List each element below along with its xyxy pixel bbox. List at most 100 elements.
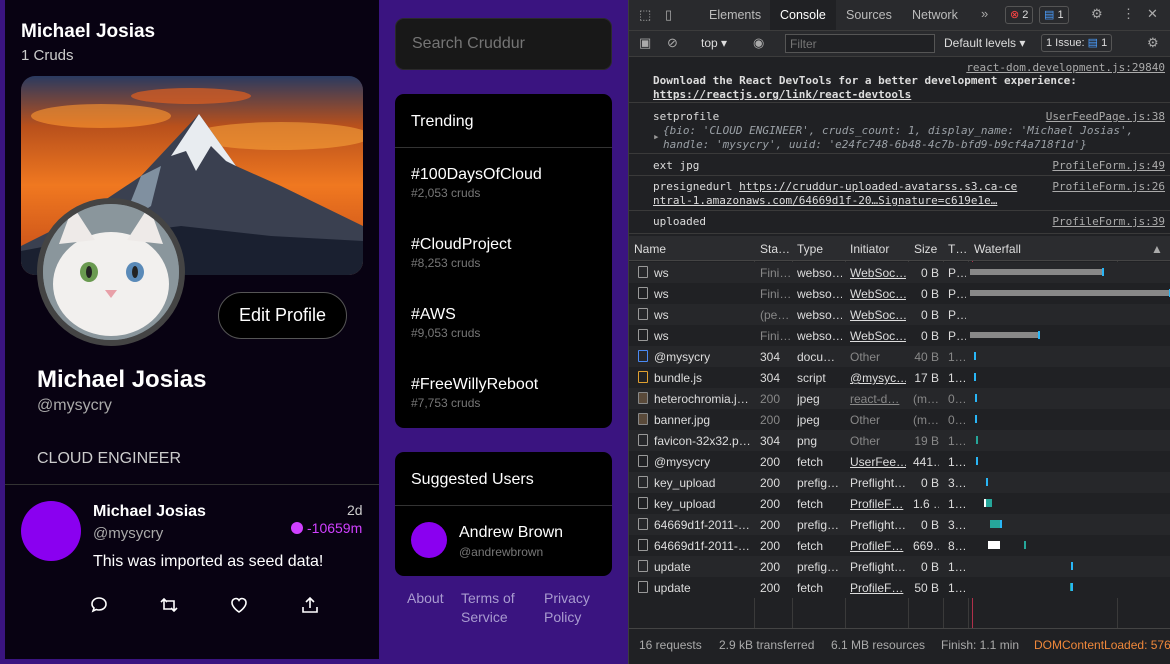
reply-icon[interactable] <box>89 595 109 615</box>
col-type[interactable]: Type <box>797 242 823 256</box>
trend-tag[interactable]: #FreeWillyReboot <box>411 376 601 394</box>
eye-icon[interactable]: ◉ <box>753 35 764 51</box>
col-waterfall[interactable]: Waterfall <box>974 242 1021 256</box>
table-row[interactable]: ws Fini… webso… WebSoc… 0 B P… <box>629 283 1170 304</box>
suggested-user-handle[interactable]: @andrewbrown <box>459 545 543 559</box>
table-row[interactable]: key_upload 200 prefig… Preflight… 0 B 3… <box>629 472 1170 493</box>
search-input[interactable] <box>395 18 612 70</box>
sidebar-toggle-icon[interactable]: ▣ <box>639 35 651 51</box>
errors-badge[interactable]: ⊗ 2 <box>1005 6 1034 24</box>
heart-icon[interactable] <box>229 595 249 615</box>
context-value: top <box>701 36 718 50</box>
expand-arrow-icon[interactable]: ▸ <box>653 130 660 143</box>
initiator-cell[interactable]: WebSoc… <box>850 308 906 322</box>
initiator-cell[interactable]: UserFee… <box>850 455 906 469</box>
devtools-tabbar: ⬚ ▯ Elements Console Sources Network » ⊗… <box>629 0 1170 31</box>
table-row[interactable]: ws Fini… webso… WebSoc… 0 B P… <box>629 262 1170 283</box>
console-source-link[interactable]: ProfileForm.js:26 <box>1052 180 1165 193</box>
trend-tag[interactable]: #100DaysOfCloud <box>411 166 601 184</box>
devtools-link[interactable]: https://reactjs.org/link/react-devtools <box>653 88 911 101</box>
console-source-link[interactable]: ProfileForm.js:39 <box>1052 215 1165 228</box>
table-row[interactable]: 64669d1f-2011-… 200 fetch ProfileF… 669… 8… <box>629 535 1170 556</box>
clear-console-icon[interactable]: ⊘ <box>667 35 678 51</box>
table-row[interactable]: update 200 prefig… Preflight… 0 B 1… <box>629 556 1170 577</box>
waterfall-bar <box>1024 541 1026 549</box>
edit-profile-button[interactable]: Edit Profile <box>218 292 347 339</box>
initiator-cell[interactable]: ProfileF… <box>850 581 906 595</box>
table-row[interactable]: heterochromia.j… 200 jpeg react-d… (m… 0… <box>629 388 1170 409</box>
gear-icon[interactable]: ⚙ <box>1091 6 1103 22</box>
initiator-cell[interactable]: ProfileF… <box>850 539 906 553</box>
table-row[interactable]: ws (pe… webso… WebSoc… 0 B P… <box>629 304 1170 325</box>
trend-tag[interactable]: #AWS <box>411 306 601 324</box>
col-status[interactable]: Sta… <box>760 242 790 256</box>
kebab-menu-icon[interactable]: ⋮ <box>1122 6 1135 22</box>
console-filter-input[interactable] <box>785 34 935 53</box>
initiator-cell[interactable]: @mysyc… <box>850 371 906 385</box>
log-levels-select[interactable]: Default levels ▾ <box>944 36 1025 50</box>
initiator-cell[interactable]: WebSoc… <box>850 266 906 280</box>
more-tabs-icon[interactable]: » <box>981 6 988 21</box>
crud-handle[interactable]: @mysycry <box>93 525 163 542</box>
console-source-link[interactable]: ProfileForm.js:49 <box>1052 159 1165 172</box>
col-name[interactable]: Name <box>634 242 666 256</box>
size-cell: 0 B <box>920 560 939 574</box>
initiator-cell[interactable]: WebSoc… <box>850 287 906 301</box>
repost-icon[interactable] <box>159 595 179 615</box>
tab-sources[interactable]: Sources <box>836 0 902 30</box>
col-time[interactable]: T… <box>948 242 967 256</box>
trending-item[interactable]: #CloudProject #8,253 cruds <box>411 236 601 270</box>
message-icon: ▤ <box>1087 37 1098 49</box>
tab-network[interactable]: Network <box>902 0 968 30</box>
status-cell: 200 <box>760 518 781 532</box>
trend-count: #8,253 cruds <box>411 256 481 270</box>
context-select[interactable]: top ▾ <box>701 36 727 50</box>
trending-item[interactable]: #AWS #9,053 cruds <box>411 306 601 340</box>
messages-badge[interactable]: ▤ 1 <box>1039 6 1069 24</box>
table-row[interactable]: @mysycry 304 docu… Other 40 B 1… <box>629 346 1170 367</box>
device-toolbar-icon[interactable]: ▯ <box>665 7 672 23</box>
footer-about-link[interactable]: About <box>407 589 457 608</box>
table-row[interactable]: update 200 fetch ProfileF… 50 B 1… <box>629 577 1170 598</box>
initiator-cell[interactable]: react-d… <box>850 392 906 406</box>
table-row[interactable]: banner.jpg 200 jpeg Other (m… 0… <box>629 409 1170 430</box>
col-initiator[interactable]: Initiator <box>850 242 889 256</box>
tab-console[interactable]: Console <box>770 0 836 30</box>
inspect-icon[interactable]: ⬚ <box>639 7 651 23</box>
trend-tag[interactable]: #CloudProject <box>411 236 601 254</box>
table-row[interactable]: 64669d1f-2011-… 200 prefig… Preflight… 0 B 3… <box>629 514 1170 535</box>
trending-item[interactable]: #100DaysOfCloud #2,053 cruds <box>411 166 601 200</box>
console-text-body: presignedurl <box>653 180 740 193</box>
close-icon[interactable]: ✕ <box>1147 6 1158 22</box>
console-settings-icon[interactable]: ⚙ <box>1147 35 1159 51</box>
status-cell: 200 <box>760 560 781 574</box>
footer-terms-link[interactable]: Terms of Service <box>461 589 531 627</box>
table-row[interactable]: @mysycry 200 fetch UserFee… 441… 1… <box>629 451 1170 472</box>
col-size[interactable]: Size <box>914 242 937 256</box>
type-cell: prefig… <box>797 476 840 490</box>
table-row[interactable]: bundle.js 304 script @mysyc… 17 B 1… <box>629 367 1170 388</box>
avatar[interactable] <box>21 501 81 561</box>
share-icon[interactable] <box>300 595 320 615</box>
console-source-link[interactable]: UserFeedPage.js:38 <box>1046 110 1165 123</box>
table-row[interactable]: key_upload 200 fetch ProfileF… 1.6 … 1… <box>629 493 1170 514</box>
tab-elements[interactable]: Elements <box>699 0 771 30</box>
initiator-cell[interactable]: ProfileF… <box>850 497 906 511</box>
sort-ascending-icon[interactable]: ▲ <box>1151 242 1163 256</box>
footer-privacy-link[interactable]: Privacy Policy <box>544 589 604 627</box>
avatar[interactable] <box>411 522 447 558</box>
issues-badge[interactable]: 1 Issue: ▤ 1 <box>1041 34 1113 52</box>
console-source-link[interactable]: react-dom.development.js:29840 <box>966 61 1165 74</box>
console-message: ProfileForm.js:39 uploaded <box>629 212 1170 234</box>
initiator-cell[interactable]: WebSoc… <box>850 329 906 343</box>
profile-avatar[interactable] <box>37 198 185 346</box>
table-row[interactable]: favicon-32x32.p… 304 png Other 19 B 1… <box>629 430 1170 451</box>
trending-item[interactable]: #FreeWillyReboot #7,753 cruds <box>411 376 601 410</box>
crud-display-name[interactable]: Michael Josias <box>93 503 206 521</box>
console-object[interactable]: {bio: 'CLOUD ENGINEER', cruds_count: 1, … <box>663 124 1165 152</box>
suggested-user-name[interactable]: Andrew Brown <box>459 524 563 542</box>
type-cell: webso… <box>797 266 842 280</box>
table-row[interactable]: ws Fini… webso… WebSoc… 0 B P… <box>629 325 1170 346</box>
console-text: setprofile <box>653 110 720 123</box>
waterfall-bar <box>990 520 1000 528</box>
